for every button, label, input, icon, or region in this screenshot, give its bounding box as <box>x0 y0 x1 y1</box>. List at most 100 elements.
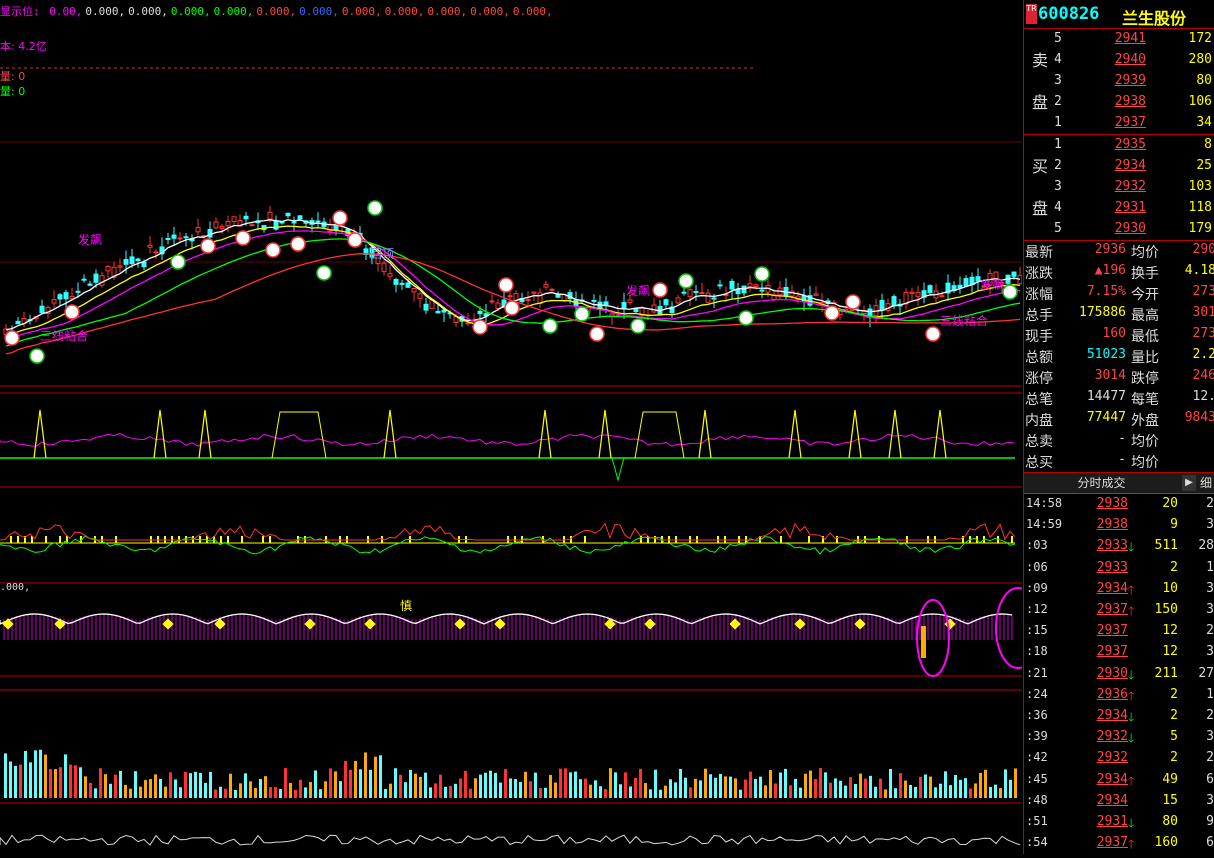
tick-volume: 2 <box>1170 686 1178 702</box>
volume-bar <box>399 774 402 798</box>
tick-count: 6 <box>1206 771 1214 787</box>
tick-row[interactable]: :51 2931 🡓 80 9 <box>1024 812 1214 833</box>
tick-row[interactable]: :12 2937 🡑 150 3 <box>1024 600 1214 621</box>
tick-count: 3 <box>1206 729 1214 745</box>
sell-row[interactable]: 5 2941 172 <box>1054 29 1214 50</box>
sell-row[interactable]: 4 2940 280 <box>1054 50 1214 71</box>
volume-bar <box>654 769 657 798</box>
tab-next-arrow-icon[interactable]: ▶ <box>1182 475 1196 491</box>
buy-book: 买 盘 1 2935 8 2 2934 25 3 2932 103 4 2931 118 5 2930 17… <box>1024 135 1214 241</box>
tick-row[interactable]: :39 2932 🡓 5 3 <box>1024 727 1214 748</box>
volume-bar <box>359 769 362 798</box>
candle-body <box>381 262 387 273</box>
arrow-down-icon: 🡓 <box>1128 731 1135 746</box>
candle-body <box>729 280 735 290</box>
buy-price[interactable]: 2932 <box>1084 179 1146 194</box>
tick-time: :54 <box>1026 835 1048 850</box>
volume-bar <box>734 778 737 798</box>
tick-list[interactable]: 14:58 2938 20 2 14:59 2938 9 3:03 2933 🡓 511 28:06 2… <box>1024 494 1214 858</box>
tick-row[interactable]: 14:59 2938 9 3 <box>1024 515 1214 536</box>
buy-price[interactable]: 2934 <box>1084 158 1146 173</box>
volume-bar <box>164 786 167 798</box>
tick-row[interactable]: :54 2937 🡑 160 6 <box>1024 833 1214 854</box>
smiley-marker-icon <box>845 294 861 310</box>
tick-row[interactable]: 14:58 2938 20 2 <box>1024 494 1214 515</box>
annotation-sanxian-1: 三线粘合 <box>40 329 89 343</box>
sell-price[interactable]: 2940 <box>1084 52 1146 67</box>
buy-price[interactable]: 2935 <box>1084 137 1146 152</box>
indicator-value: 0.000, <box>341 5 382 18</box>
tick-row[interactable]: :48 2934 15 3 <box>1024 791 1214 812</box>
candle-body <box>117 265 123 268</box>
buy-row[interactable]: 4 2931 118 <box>1054 198 1214 219</box>
volume-bar <box>844 785 847 798</box>
smiley-marker-icon <box>265 242 281 258</box>
sell-level: 3 <box>1054 73 1062 88</box>
arrow-up-icon: 🡑 <box>1128 604 1135 618</box>
volume-bar <box>674 782 677 798</box>
tick-row[interactable]: :42 2932 2 2 <box>1024 748 1214 769</box>
sub1-spike <box>198 409 212 459</box>
stat-value: - <box>1118 452 1126 467</box>
tick-row[interactable]: :15 2937 12 2 <box>1024 621 1214 642</box>
buy-row[interactable]: 2 2934 25 <box>1054 156 1214 177</box>
sell-row[interactable]: 3 2939 80 <box>1054 71 1214 92</box>
tick-volume: 5 <box>1170 729 1178 745</box>
indicator-value: 0.000, <box>256 5 297 18</box>
tick-price: 2937 <box>1096 602 1128 617</box>
candle-body <box>171 234 177 239</box>
buy-level: 2 <box>1054 158 1062 173</box>
tick-row[interactable]: :24 2936 🡑 2 1 <box>1024 685 1214 706</box>
volume-bar <box>159 778 162 798</box>
volume-bar <box>69 764 72 798</box>
smiley-marker-icon <box>235 230 251 246</box>
volume-bar <box>649 789 652 798</box>
volume-bar <box>559 768 562 798</box>
stock-name[interactable]: 兰生股份 <box>1122 5 1186 29</box>
sell-price[interactable]: 2938 <box>1084 94 1146 109</box>
volume-bar <box>119 770 122 798</box>
sell-price[interactable]: 2937 <box>1084 115 1146 130</box>
buy-level: 3 <box>1054 179 1062 194</box>
stat-label-2: 换手 <box>1131 266 1159 282</box>
tick-price: 2931 <box>1096 814 1128 829</box>
kline-chart-svg[interactable] <box>0 0 1022 854</box>
volume-bar <box>554 782 557 798</box>
buy-row[interactable]: 3 2932 103 <box>1054 177 1214 198</box>
volume-bar <box>979 772 982 798</box>
chart-area[interactable]: 显示位: 0.00, 0.000, 0.000, 0.000, 0.000, 0.000,… <box>0 0 1022 854</box>
tick-row[interactable]: :06 2933 2 1 <box>1024 558 1214 579</box>
tick-row[interactable]: :03 2933 🡓 511 28 <box>1024 536 1214 557</box>
sell-row[interactable]: 1 2937 34 <box>1054 113 1214 134</box>
buy-row[interactable]: 1 2935 8 <box>1054 135 1214 156</box>
sell-price[interactable]: 2941 <box>1084 31 1146 46</box>
tick-price: 2930 <box>1096 665 1128 681</box>
stat-value: ▲196 <box>1094 263 1126 278</box>
tab-tick-trades[interactable]: 分时成交 <box>1024 473 1179 493</box>
tab-detail[interactable]: 细 <box>1200 473 1212 493</box>
tick-count: 2 <box>1206 708 1214 723</box>
smiley-marker-icon <box>542 318 558 334</box>
stat-label: 总额 <box>1025 350 1053 366</box>
tick-row[interactable]: :09 2934 🡑 10 3 <box>1024 579 1214 600</box>
volume-bar <box>824 772 827 798</box>
buy-price[interactable]: 2930 <box>1084 221 1146 236</box>
sell-row[interactable]: 2 2938 106 <box>1054 92 1214 113</box>
tick-row[interactable]: :36 2934 🡓 2 2 <box>1024 706 1214 727</box>
sell-price[interactable]: 2939 <box>1084 73 1146 88</box>
tick-row[interactable]: :45 2934 🡑 49 6 <box>1024 770 1214 791</box>
stat-row: 总手 175886 最高 301 <box>1024 304 1214 325</box>
tick-row[interactable]: :18 2937 12 3 <box>1024 642 1214 663</box>
buy-price[interactable]: 2931 <box>1084 200 1146 215</box>
candle-body <box>87 283 93 286</box>
volume-bar <box>434 783 437 798</box>
volume-bar <box>384 788 387 798</box>
buy-row[interactable]: 5 2930 179 <box>1054 219 1214 240</box>
stock-code[interactable]: 600826 <box>1038 4 1099 24</box>
volume-bar <box>424 772 427 798</box>
stat-row: 总买 - 均价 <box>1024 451 1214 472</box>
volume-bar <box>169 772 172 798</box>
indicator-value: 0.000, <box>427 5 468 18</box>
tick-price: 2934 <box>1096 708 1128 723</box>
tick-row[interactable]: :21 2930 🡓 211 27 <box>1024 664 1214 685</box>
